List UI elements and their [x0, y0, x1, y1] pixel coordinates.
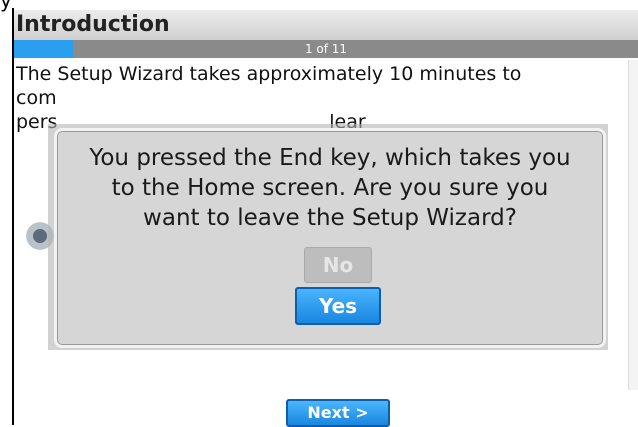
confirm-exit-dialog: You pressed the End key, which takes you…: [54, 128, 606, 348]
title-bar: Introduction: [14, 10, 638, 41]
progress-text: 1 of 11: [304, 42, 348, 56]
top-fragment: y: [0, 0, 40, 12]
no-button[interactable]: No: [304, 247, 372, 283]
yes-button[interactable]: Yes: [295, 287, 381, 325]
progress-bar: 1 of 11: [14, 40, 638, 58]
page-title: Introduction: [16, 12, 170, 37]
top-fragment-text: y: [0, 0, 12, 12]
dialog-message: You pressed the End key, which takes you…: [89, 145, 571, 231]
next-button[interactable]: Next >: [286, 399, 390, 427]
screen-frame-left-edge: [0, 0, 14, 425]
scrollbar[interactable]: [628, 60, 638, 390]
